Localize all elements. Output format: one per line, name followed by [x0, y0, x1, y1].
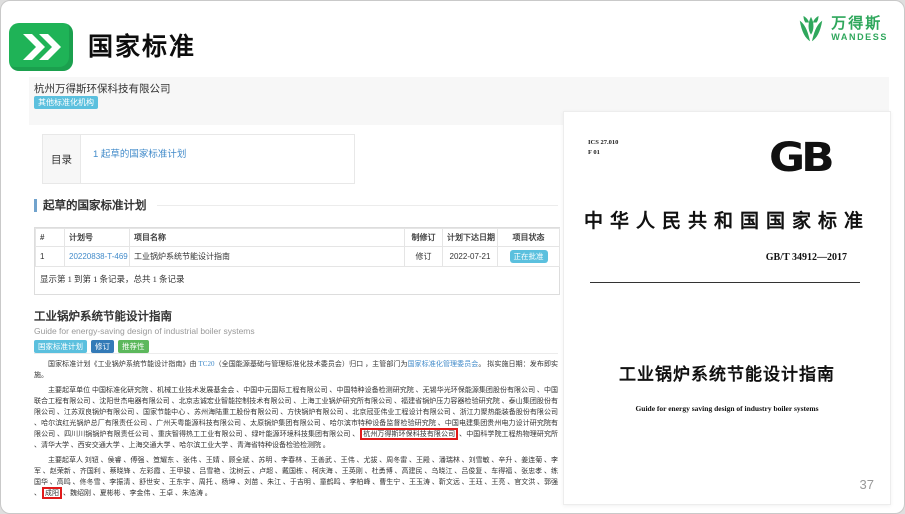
cell-index: 1: [36, 247, 65, 267]
ics-class-code: F 01: [588, 148, 618, 158]
standard-title-en: Guide for energy-saving design of indust…: [34, 326, 255, 336]
wandess-logo: 万得斯 WANDESS: [796, 13, 888, 45]
cell-issue-date: 2022-07-21: [443, 247, 498, 267]
slide-canvas: 国家标准 万得斯 WANDESS 杭州万得斯环保科技有限公司 其他标准化机构 目…: [0, 0, 905, 514]
company-type-tag: 其他标准化机构: [34, 96, 98, 109]
highlighted-drafter: 成阳: [42, 487, 62, 499]
cover-standard-title: 工业锅炉系统节能设计指南: [564, 360, 890, 385]
col-issue-date: 计划下达日期: [443, 229, 498, 247]
ics-classification: ICS 27.010 F 01: [588, 138, 618, 158]
col-index: #: [36, 229, 65, 247]
tag-national-standard-plan: 国家标准计划: [34, 340, 87, 353]
section-accent-bar: [34, 199, 37, 212]
col-status: 项目状态: [498, 229, 560, 247]
standard-description: 国家标准计划《工业锅炉系统节能设计指南》由 TC20（全国能源基础与管理标准化技…: [34, 359, 558, 503]
toc-label: 目录: [43, 135, 81, 183]
cell-project-name: 工业锅炉系统节能设计指南: [130, 247, 405, 267]
col-project-name: 项目名称: [130, 229, 405, 247]
paragraph-plan-info: 国家标准计划《工业锅炉系统节能设计指南》由 TC20（全国能源基础与管理标准化技…: [34, 359, 558, 381]
tc20-link[interactable]: TC20: [199, 360, 215, 368]
cell-revision: 修订: [405, 247, 443, 267]
page-title: 国家标准: [88, 27, 196, 63]
wandess-plant-icon: [796, 13, 826, 45]
drafters-list-after: 、魏绍刚 、夏彬彬 、李金伟 、王卓 、朱浩涛 。: [63, 489, 212, 497]
gb-logo: GB: [769, 134, 831, 181]
gb-standard-cover: ICS 27.010 F 01 GB 中华人民共和国国家标准 GB/T 3491…: [563, 111, 891, 505]
col-revision: 制修订: [405, 229, 443, 247]
table-row: 1 20220838-T-469 工业锅炉系统节能设计指南 修订 2022-07…: [36, 247, 560, 267]
standard-title: 工业锅炉系统节能设计指南: [34, 308, 255, 324]
double-chevron-glyph: [21, 33, 61, 61]
ics-code: ICS 27.010: [588, 138, 618, 148]
table-header-row: # 计划号 项目名称 制修订 计划下达日期 项目状态: [36, 229, 560, 247]
company-name: 杭州万得斯环保科技有限公司: [34, 81, 171, 96]
standard-detail-block: 工业锅炉系统节能设计指南 Guide for energy-saving des…: [34, 308, 255, 353]
paragraph-drafters: 主要起草人 刘钮 、侯睿 、傅强 、笪耀东 、张伟 、王婧 、顾全斌 、苏明 、…: [34, 455, 558, 499]
tag-recommended: 推荐性: [118, 340, 149, 353]
plans-table-panel: # 计划号 项目名称 制修订 计划下达日期 项目状态 1 20220838-T-…: [34, 227, 560, 295]
standard-tags: 国家标准计划 修订 推荐性: [34, 340, 255, 353]
section-divider: [157, 205, 559, 206]
presentation-slide: 国家标准 万得斯 WANDESS 杭州万得斯环保科技有限公司 其他标准化机构 目…: [0, 0, 905, 514]
toc-link-drafted-plans[interactable]: 1 起草的国家标准计划: [93, 149, 186, 160]
paragraph-drafting-units: 主要起草单位 中国标准化研究院 、机械工业技术发展基金会 、中国中元国际工程有限…: [34, 385, 558, 451]
plans-table: # 计划号 项目名称 制修订 计划下达日期 项目状态 1 20220838-T-…: [35, 228, 560, 267]
cover-standard-title-en: Guide for energy saving design of indust…: [564, 404, 890, 413]
cover-rule: [590, 282, 860, 283]
cover-national-header: 中华人民共和国国家标准: [564, 206, 890, 233]
toc-box: 目录 1 起草的国家标准计划: [42, 134, 355, 184]
section-title: 起草的国家标准计划: [43, 197, 147, 213]
plan-info-prefix: 国家标准计划《工业锅炉系统节能设计指南》由: [48, 360, 199, 368]
double-chevron-icon: [9, 23, 73, 71]
brand-name-cn: 万得斯: [831, 15, 888, 32]
table-record-summary: 显示第 1 到第 1 条记录，总共 1 条记录: [35, 267, 559, 294]
section-header: 起草的国家标准计划: [34, 197, 558, 213]
standard-number: GB/T 34912—2017: [766, 252, 847, 263]
col-plan-no: 计划号: [65, 229, 130, 247]
content-divider: [34, 353, 558, 354]
brand-name-en: WANDESS: [831, 32, 888, 42]
status-badge: 正在批准: [510, 250, 548, 263]
plan-number-link[interactable]: 20220838-T-469: [69, 252, 128, 261]
highlighted-company: 杭州万得斯环保科技有限公司: [360, 428, 458, 440]
slide-page-number: 37: [860, 477, 874, 492]
sac-link[interactable]: 国家标准化管理委员会: [408, 360, 479, 368]
tag-revision: 修订: [91, 340, 114, 353]
plan-info-middle: （全国能源基础与管理标准化技术委员会）归口 ，主管部门为: [214, 360, 407, 368]
